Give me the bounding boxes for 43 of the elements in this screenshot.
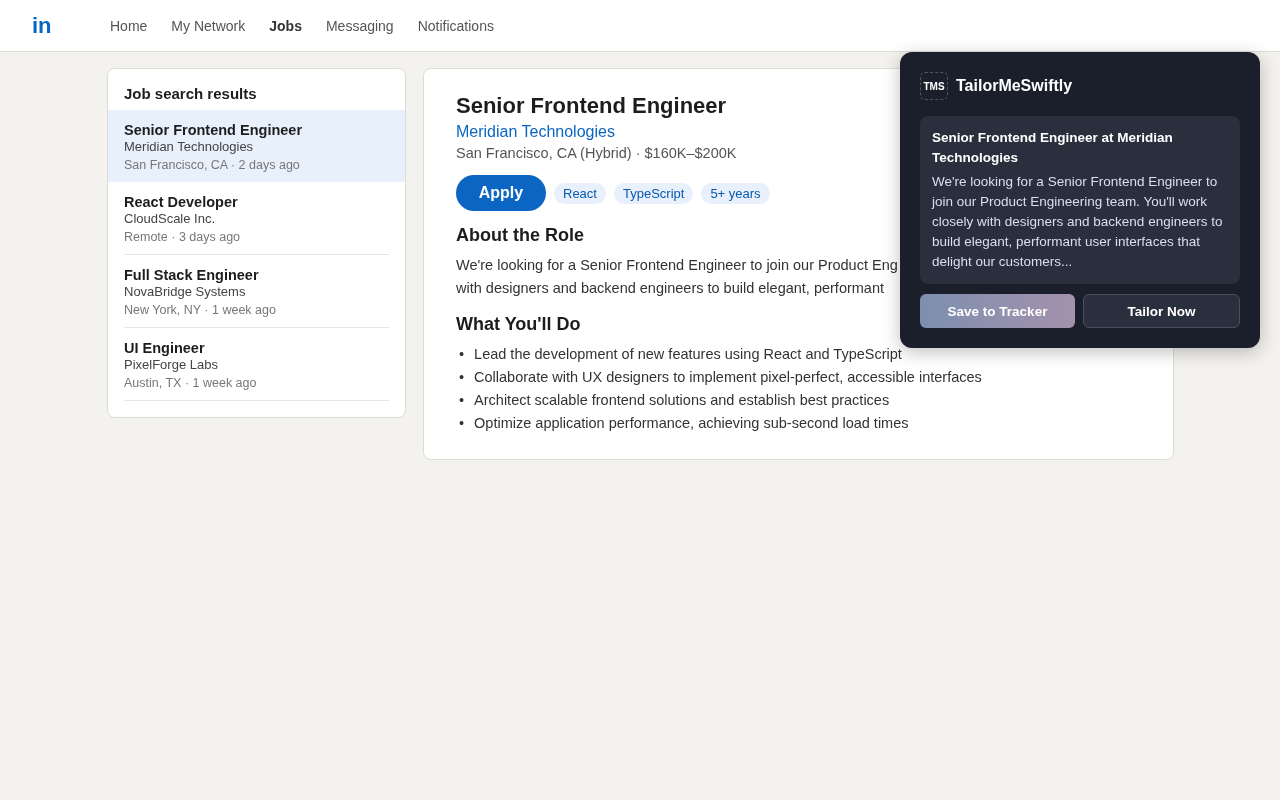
- paragraph-line: We're looking for a Senior Frontend Engineer to join our Product Eng: [456, 256, 898, 275]
- nav-link[interactable]: My Network: [171, 17, 246, 34]
- skill-tag: TypeScript: [613, 182, 694, 204]
- tailor-button[interactable]: Tailor Now: [1083, 294, 1240, 328]
- nav-link[interactable]: Home: [110, 17, 148, 34]
- company-name: PixelForge Labs: [124, 357, 219, 372]
- job-meta: San Francisco, CA (Hybrid) · $160K–$200K: [456, 145, 737, 161]
- job-title: Senior Frontend Engineer: [456, 93, 728, 119]
- bullet-item: Collaborate with UX designers to implement pixel-perfect, accessible interfaces: [474, 368, 982, 387]
- bullet-item: Lead the development of new features using React and TypeScript: [474, 345, 902, 364]
- job-meta: Remote · 3 days ago: [124, 230, 242, 244]
- extension-name: TailorMeSwiftly: [956, 77, 1073, 95]
- job-title: React Developer: [124, 194, 239, 210]
- apply-button[interactable]: Apply: [456, 175, 546, 211]
- section-heading: What You'll Do: [456, 314, 581, 335]
- skill-tag: React: [554, 182, 606, 204]
- company-name: Meridian Technologies: [124, 139, 255, 154]
- job-title: UI Engineer: [124, 340, 206, 356]
- paragraph-line: with designers and backend engineers to build elegant, performant: [456, 279, 885, 298]
- logo[interactable]: in: [32, 12, 98, 39]
- section-heading: About the Role: [456, 225, 584, 246]
- nav-link[interactable]: Messaging: [325, 17, 394, 34]
- bullet-mark: •: [459, 414, 465, 433]
- bullet-item: Architect scalable frontend solutions and establish best practices: [474, 391, 890, 410]
- nav-link[interactable]: Notifications: [417, 17, 494, 34]
- summary-text: We're looking for a Senior Frontend Engineer to join our Product Engineering team. You'll work closely with designers and backend engineers to build elegant, performant user interfaces that delight our customers...: [932, 173, 1224, 271]
- summary-title: Senior Frontend Engineer at Meridian Technologies: [932, 129, 1174, 167]
- bullet-mark: •: [459, 391, 465, 410]
- company-name: CloudScale Inc.: [124, 211, 217, 226]
- job-title: Senior Frontend Engineer: [124, 122, 304, 138]
- nav-link[interactable]: Jobs: [269, 17, 302, 34]
- job-meta: New York, NY · 1 week ago: [124, 303, 277, 317]
- panel-title: Job search results: [124, 85, 258, 102]
- company-name: NovaBridge Systems: [124, 284, 247, 299]
- job-item[interactable]: Senior Frontend Engineer Meridian Technologies San Francisco, CA · 2 days ago: [108, 110, 405, 182]
- extension-logo: TMS: [920, 72, 948, 100]
- bullet-mark: •: [459, 368, 465, 387]
- bullet-item: Optimize application performance, achieving sub-second load times: [474, 414, 909, 433]
- skill-tag: 5+ years: [701, 182, 770, 204]
- job-title: Full Stack Engineer: [124, 267, 260, 283]
- job-meta: San Francisco, CA · 2 days ago: [124, 158, 301, 172]
- bullet-mark: •: [459, 345, 465, 364]
- job-meta: Austin, TX · 1 week ago: [124, 376, 258, 390]
